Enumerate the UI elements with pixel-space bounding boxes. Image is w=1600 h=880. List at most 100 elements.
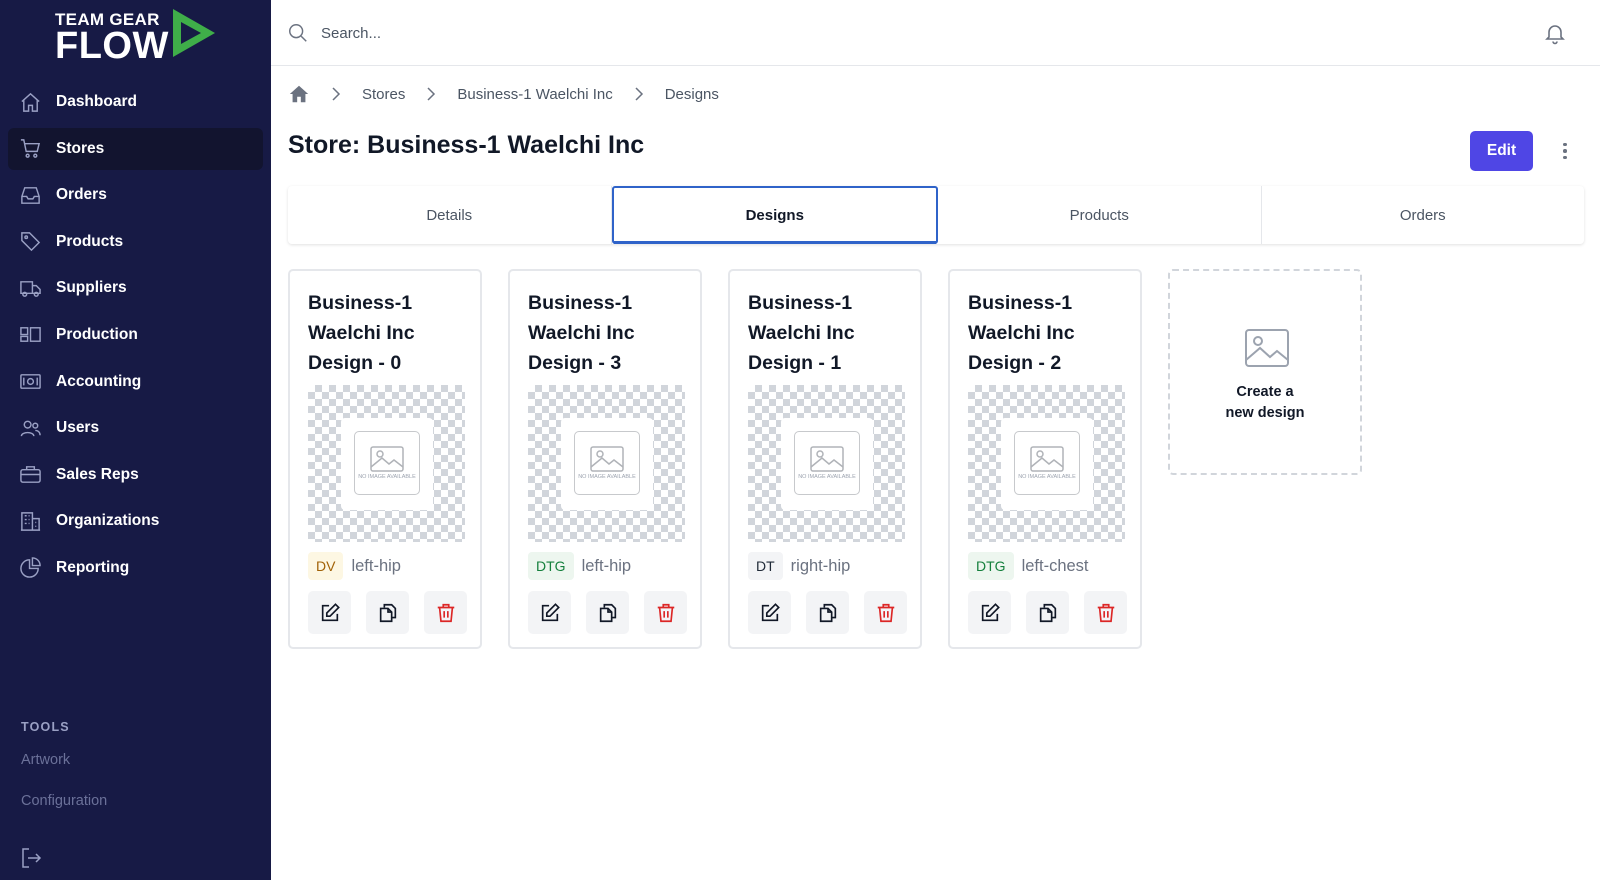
duplicate-design-button[interactable] <box>806 591 849 634</box>
image-icon <box>810 445 844 472</box>
breadcrumb-designs[interactable]: Designs <box>665 86 719 103</box>
tools-heading: TOOLS <box>21 720 70 734</box>
no-image-placeholder: NO IMAGE AVAILABLE <box>781 418 873 510</box>
tab-details[interactable]: Details <box>288 186 612 244</box>
logout-icon[interactable] <box>19 846 43 870</box>
design-card[interactable]: Business-1 Waelchi Inc Design - 1 NO IMA… <box>728 269 922 649</box>
tools-item-configuration[interactable]: Configuration <box>21 793 107 809</box>
edit-design-button[interactable] <box>748 591 791 634</box>
sidebar-item-accounting[interactable]: Accounting <box>8 361 263 403</box>
breadcrumb-store-name[interactable]: Business-1 Waelchi Inc <box>457 86 612 103</box>
sidebar-item-label: Dashboard <box>56 93 137 110</box>
tab-orders[interactable]: Orders <box>1262 186 1585 244</box>
edit-icon <box>321 602 340 621</box>
cash-icon <box>18 370 42 394</box>
tag-icon <box>18 230 42 254</box>
trash-icon <box>1097 603 1114 622</box>
breadcrumb: Stores Business-1 Waelchi Inc Designs <box>288 83 719 105</box>
duplicate-design-button[interactable] <box>366 591 409 634</box>
sidebar-item-suppliers[interactable]: Suppliers <box>8 267 263 309</box>
delete-design-button[interactable] <box>1084 591 1127 634</box>
delete-design-button[interactable] <box>644 591 687 634</box>
no-image-placeholder: NO IMAGE AVAILABLE <box>561 418 653 510</box>
duplicate-design-button[interactable] <box>1026 591 1069 634</box>
tools-item-artwork[interactable]: Artwork <box>21 752 70 768</box>
sidebar-item-users[interactable]: Users <box>8 407 263 449</box>
design-thumbnail[interactable]: NO IMAGE AVAILABLE <box>528 385 685 542</box>
print-method-badge: DTG <box>528 552 574 580</box>
design-title: Business-1 Waelchi Inc Design - 2 <box>968 292 1075 374</box>
create-design-label: Create a new design <box>1225 384 1305 421</box>
sidebar-item-dashboard[interactable]: Dashboard <box>8 81 263 123</box>
edit-design-button[interactable] <box>528 591 571 634</box>
users-icon <box>18 416 42 440</box>
play-triangle-icon <box>173 9 215 57</box>
production-icon <box>18 323 42 347</box>
design-card[interactable]: Business-1 Waelchi Inc Design - 2 NO IMA… <box>948 269 1142 649</box>
sidebar-item-label: Organizations <box>56 512 160 530</box>
copy-icon <box>819 603 836 622</box>
search-input[interactable] <box>321 18 921 48</box>
sidebar-item-reporting[interactable]: Reporting <box>8 547 263 589</box>
page-title: Store: Business-1 Waelchi Inc <box>288 131 645 159</box>
sidebar-item-label: Sales Reps <box>56 465 139 483</box>
sidebar-item-production[interactable]: Production <box>8 314 263 356</box>
breadcrumb-stores[interactable]: Stores <box>362 86 405 103</box>
edit-design-button[interactable] <box>968 591 1011 634</box>
edit-icon <box>541 602 560 621</box>
design-meta: DV left-hip <box>308 552 401 580</box>
sidebar-item-sales-reps[interactable]: Sales Reps <box>8 454 263 496</box>
briefcase-icon <box>18 463 42 487</box>
delete-design-button[interactable] <box>424 591 467 634</box>
design-meta: DTG left-chest <box>968 552 1089 580</box>
bell-icon[interactable] <box>1543 21 1567 45</box>
edit-button[interactable]: Edit <box>1470 131 1533 171</box>
design-title: Business-1 Waelchi Inc Design - 3 <box>528 292 635 374</box>
sidebar-item-orders[interactable]: Orders <box>8 174 263 216</box>
sidebar-item-stores[interactable]: Stores <box>8 127 263 170</box>
sidebar-item-organizations[interactable]: Organizations <box>8 500 263 542</box>
design-thumbnail[interactable]: NO IMAGE AVAILABLE <box>748 385 905 542</box>
sidebar-item-label: Products <box>56 232 124 250</box>
image-add-icon <box>1245 329 1289 367</box>
image-icon <box>1030 445 1064 472</box>
delete-design-button[interactable] <box>864 591 907 634</box>
design-actions <box>968 591 1127 634</box>
search-icon <box>289 24 307 42</box>
design-card[interactable]: Business-1 Waelchi Inc Design - 0 NO IMA… <box>288 269 482 649</box>
design-location: right-hip <box>790 556 851 575</box>
design-card[interactable]: Business-1 Waelchi Inc Design - 3 NO IMA… <box>508 269 702 649</box>
tab-products[interactable]: Products <box>938 186 1262 244</box>
sidebar-item-label: Reporting <box>56 558 130 576</box>
design-thumbnail[interactable]: NO IMAGE AVAILABLE <box>968 385 1125 542</box>
no-image-text: NO IMAGE AVAILABLE <box>578 473 636 480</box>
no-image-text: NO IMAGE AVAILABLE <box>1018 473 1076 480</box>
team-gear-flow-logo[interactable]: TEAM GEAR FLOW <box>55 8 225 67</box>
sidebar-item-label: Stores <box>56 139 105 157</box>
truck-icon <box>18 276 42 300</box>
design-actions <box>308 591 467 634</box>
duplicate-design-button[interactable] <box>586 591 629 634</box>
design-location: left-hip <box>581 556 632 575</box>
tab-designs[interactable]: Designs <box>611 186 938 244</box>
design-thumbnail[interactable]: NO IMAGE AVAILABLE <box>308 385 465 542</box>
print-method-badge: DTG <box>968 552 1014 580</box>
design-location: left-hip <box>351 556 401 575</box>
no-image-placeholder: NO IMAGE AVAILABLE <box>1001 418 1093 510</box>
no-image-text: NO IMAGE AVAILABLE <box>798 473 856 480</box>
no-image-placeholder: NO IMAGE AVAILABLE <box>341 418 433 510</box>
chevron-right-icon <box>332 87 341 101</box>
chevron-right-icon <box>635 87 643 101</box>
more-options-icon[interactable] <box>1553 138 1577 164</box>
design-title: Business-1 Waelchi Inc Design - 1 <box>748 292 855 374</box>
sidebar-item-label: Users <box>56 419 100 437</box>
trash-icon <box>437 603 454 622</box>
print-method-badge: DT <box>748 552 783 580</box>
sidebar-item-products[interactable]: Products <box>8 221 263 263</box>
no-image-text: NO IMAGE AVAILABLE <box>358 473 416 480</box>
edit-design-button[interactable] <box>308 591 351 634</box>
edit-icon <box>981 602 1000 621</box>
create-design-card[interactable]: Create a new design <box>1168 269 1362 475</box>
home-icon[interactable] <box>288 83 310 105</box>
sidebar-nav: Dashboard Stores Orders Products Supplie… <box>8 81 263 594</box>
